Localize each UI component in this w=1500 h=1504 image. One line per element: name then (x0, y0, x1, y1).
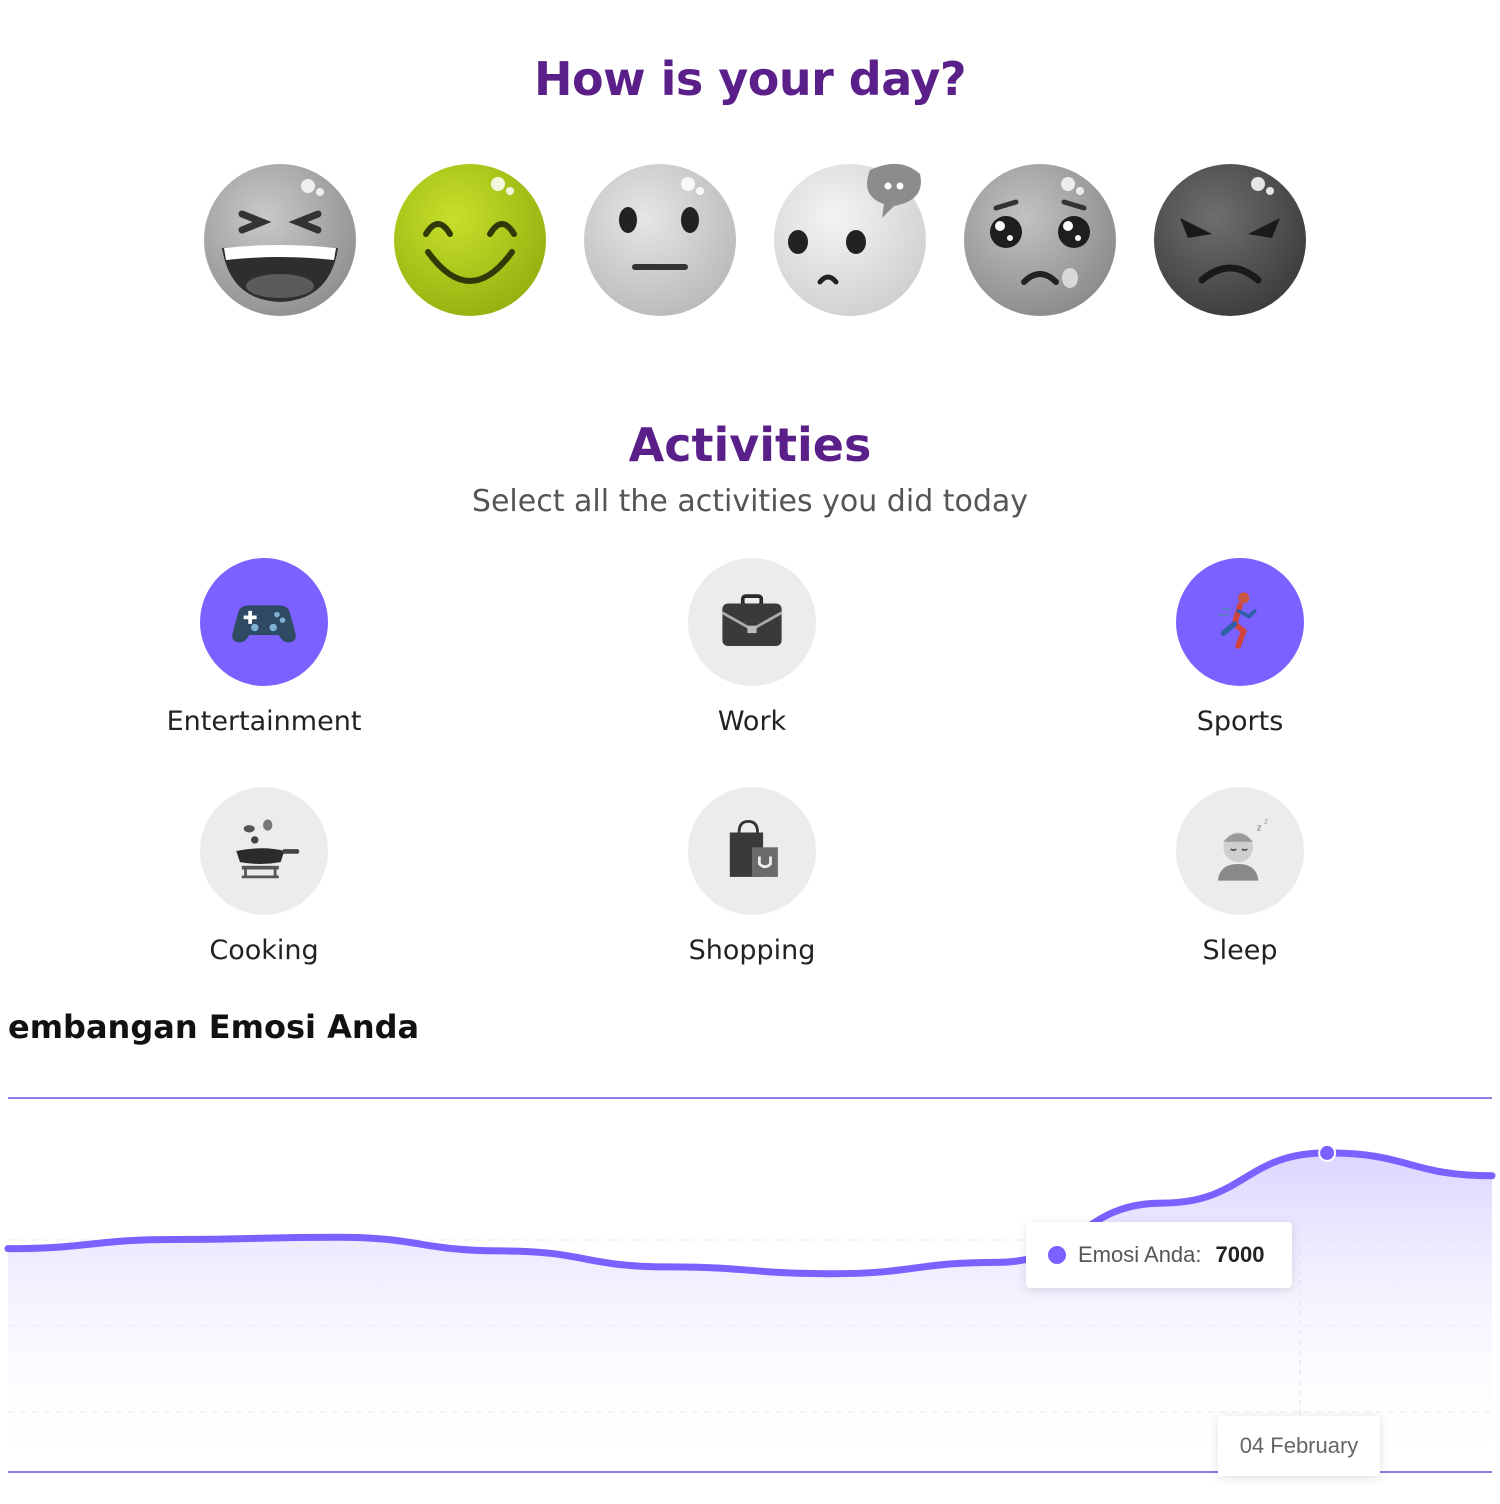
mood-angry-icon[interactable] (1150, 160, 1310, 320)
mood-neutral-icon[interactable] (580, 160, 740, 320)
mood-question-title: How is your day? (533, 52, 967, 106)
cooking-pan-icon (236, 819, 300, 879)
activity-sleep[interactable]: z z Sleep (1110, 787, 1370, 966)
activity-work-bubble[interactable] (688, 558, 816, 686)
activity-label: Cooking (209, 935, 319, 966)
activity-sports[interactable]: Sports (1110, 558, 1370, 737)
activity-work[interactable]: Work (622, 558, 882, 737)
shopping-bag-icon (729, 820, 778, 877)
activity-label: Work (717, 706, 787, 737)
mood-sad-icon[interactable] (960, 160, 1120, 320)
x-axis-tooltip: 04 February (1218, 1416, 1380, 1476)
activities-subtitle: Select all the activities you did today (471, 484, 1029, 519)
mood-laughing-icon[interactable] (200, 160, 360, 320)
activity-shopping[interactable]: Shopping (622, 787, 882, 966)
svg-text:z: z (1257, 823, 1262, 834)
activity-entertainment[interactable]: Entertainment (134, 558, 394, 737)
activity-sleep-bubble[interactable]: z z (1176, 787, 1304, 915)
tooltip-value: 7000 (1215, 1242, 1265, 1267)
series-marker-icon (1048, 1246, 1066, 1264)
activities-title: Activities (628, 418, 872, 472)
briefcase-icon (721, 594, 783, 647)
activity-label: Shopping (688, 935, 816, 966)
highlighted-data-point[interactable] (1318, 1143, 1337, 1162)
activity-label: Sleep (1202, 935, 1278, 966)
activity-entertainment-bubble[interactable] (200, 558, 328, 686)
runner-icon (1217, 592, 1257, 649)
activity-cooking-bubble[interactable] (200, 787, 328, 915)
activity-label: Entertainment (166, 706, 362, 737)
chart-tooltip: Emosi Anda: 7000 (1026, 1222, 1292, 1288)
activity-cooking[interactable]: Cooking (134, 787, 394, 966)
mood-worried-icon[interactable] (770, 160, 930, 320)
mood-selector (0, 160, 1500, 325)
tooltip-series-label: Emosi Anda: (1078, 1242, 1202, 1267)
activity-label: Sports (1196, 706, 1284, 737)
sleeping-person-icon: z z (1217, 816, 1268, 881)
svg-text:z: z (1264, 816, 1268, 825)
emotion-chart-title: embangan Emosi Anda (8, 1008, 420, 1046)
gamepad-icon (232, 605, 296, 643)
mood-happy-icon[interactable] (390, 160, 550, 320)
activity-shopping-bubble[interactable] (688, 787, 816, 915)
activity-sports-bubble[interactable] (1176, 558, 1304, 686)
